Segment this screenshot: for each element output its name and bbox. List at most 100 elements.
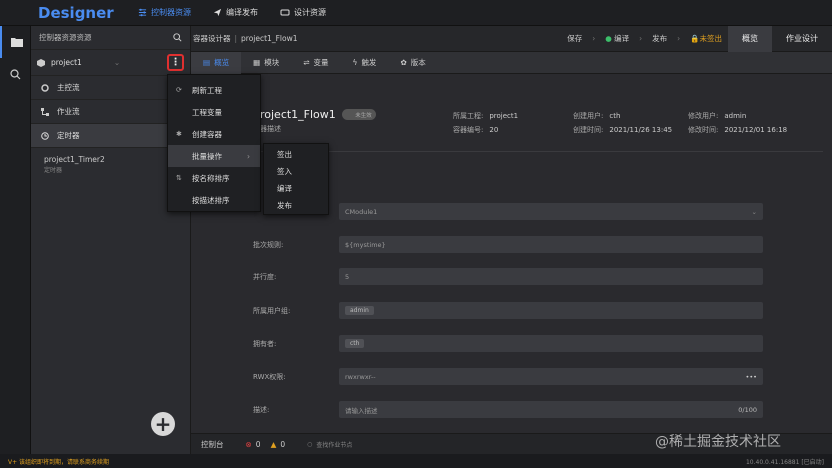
arrow-icon: › — [677, 34, 681, 43]
checkout-status-label: 未签出 — [699, 34, 723, 43]
menu-item-project-vars[interactable]: 工程变量 — [168, 101, 260, 123]
node-search[interactable]: ○ 查找作业节点 — [307, 440, 352, 449]
sliders-icon — [138, 8, 147, 17]
form-row-parallel: 并行度: 5 — [253, 268, 763, 285]
top-bar: Designer 控制器资源 编译发布 设计资源 — [0, 0, 832, 26]
meta-value: cth — [609, 112, 621, 120]
meta-label: 修改用户: — [688, 112, 719, 120]
warning-icon: ▲ — [270, 439, 277, 449]
sidebar-item-label: 定时器 — [57, 131, 80, 140]
tab-job-design[interactable]: 作业设计 — [772, 26, 832, 52]
parallelism-field[interactable]: 5 — [339, 268, 763, 285]
license-notice: V+ 该组织即将到期，请联系商务续期 — [8, 458, 110, 466]
subtab-variables[interactable]: ⇌ 变量 — [291, 52, 340, 74]
project-selector[interactable]: project1 ⌄ ⋮ — [31, 50, 190, 76]
form-row-rwx: RWX权限: rwxrwxr-- ••• — [253, 368, 763, 385]
more-menu-button[interactable]: ⋮ — [167, 54, 184, 71]
lock-icon: 🔒 — [690, 34, 700, 43]
nav-compile-publish[interactable]: 编译发布 — [213, 7, 258, 18]
nav-design-resources[interactable]: 设计资源 — [280, 7, 326, 18]
menu-item-label: 创建容器 — [192, 129, 222, 139]
submenu-item-publish[interactable]: 发布 — [264, 197, 328, 214]
module-select-value: CModule1 — [345, 207, 378, 216]
description-field[interactable]: 请输入描述 0/100 — [339, 401, 763, 418]
meta-label: 创建时间: — [573, 126, 604, 134]
node-search-placeholder: 查找作业节点 — [316, 441, 353, 449]
menu-item-refresh[interactable]: ⟳ 刷新工程 — [168, 79, 260, 101]
nav-label: 控制器资源 — [151, 8, 191, 17]
meta-created-time: 创建时间: 2021/11/26 13:45 — [573, 125, 672, 135]
chevron-right-icon: › — [247, 151, 250, 161]
menu-item-label: 刷新工程 — [192, 85, 222, 95]
submenu-item-checkout[interactable]: 签出 — [264, 146, 328, 163]
error-count[interactable]: ⊗ 0 — [246, 440, 261, 449]
active-toggle[interactable]: 未生效 — [341, 109, 376, 120]
subtab-label: 模块 — [264, 58, 280, 67]
nav-label: 编译发布 — [226, 8, 258, 17]
container-title: project1_Flow1 — [253, 108, 336, 121]
save-button[interactable]: 保存 — [567, 33, 582, 44]
subtab-label: 概览 — [214, 58, 230, 67]
form-label: RWX权限: — [253, 372, 286, 381]
rwx-field[interactable]: rwxrwxr-- ••• — [339, 368, 763, 385]
form-row-desc: 描述: 请输入描述 0/100 — [253, 401, 763, 418]
publish-button[interactable]: 发布 — [652, 33, 667, 44]
subtab-modules[interactable]: ▦ 模块 — [241, 52, 291, 74]
menu-item-batch-ops[interactable]: 批量操作 › — [168, 145, 260, 167]
status-bar: V+ 该组织即将到期，请联系商务续期 10.40.0.41.16881 [已启动… — [0, 454, 832, 468]
breadcrumb-current: project1_Flow1 — [241, 34, 298, 43]
submenu-item-checkin[interactable]: 签入 — [264, 163, 328, 180]
more-icon[interactable]: ••• — [745, 373, 757, 381]
error-icon: ⊗ — [245, 439, 252, 449]
folder-icon[interactable] — [0, 26, 31, 58]
console-tab[interactable]: 控制台 — [201, 439, 224, 450]
menu-item-create-container[interactable]: ✱ 创建容器 — [168, 123, 260, 145]
error-count-value: 0 — [255, 439, 261, 449]
add-button[interactable]: + — [151, 412, 175, 436]
parallelism-value: 5 — [345, 272, 350, 281]
batch-rule-field[interactable]: ${mystime} — [339, 236, 763, 253]
subtab-versions[interactable]: ✿ 版本 — [388, 52, 437, 74]
nav-controller-resources[interactable]: 控制器资源 — [138, 7, 191, 18]
tab-overview[interactable]: 概览 — [728, 25, 772, 52]
refresh-icon: ⟳ — [176, 86, 182, 94]
submenu-item-compile[interactable]: 编译 — [264, 180, 328, 197]
subtab-triggers[interactable]: ϟ 触发 — [340, 52, 388, 74]
warning-count[interactable]: ▲ 0 — [271, 440, 286, 449]
menu-item-label: 工程变量 — [192, 107, 222, 117]
lightning-icon: ϟ — [352, 58, 358, 67]
project-context-menu: ⟳ 刷新工程 工程变量 ✱ 创建容器 批量操作 › ⇅ 按名称排序 按描述排序 — [167, 74, 261, 212]
form-row-owner: 拥有者: cth — [253, 335, 763, 352]
nav-label: 设计资源 — [294, 8, 326, 17]
breadcrumb-root[interactable]: 容器设计器 — [193, 33, 231, 44]
owner-field[interactable]: cth — [339, 335, 763, 352]
meta-value: 2021/12/01 16:18 — [724, 126, 788, 134]
top-nav: 控制器资源 编译发布 设计资源 — [138, 7, 326, 18]
container-title-row: project1_Flow1 未生效 — [253, 108, 376, 121]
user-group-field[interactable]: admin — [339, 302, 763, 319]
module-select[interactable]: CModule1 ⌄ — [339, 203, 763, 220]
breadcrumb-separator: | — [234, 34, 238, 43]
subtab-overview[interactable]: ▤ 概览 — [191, 51, 242, 74]
doc-icon: ▤ — [203, 58, 211, 67]
meta-project: 所属工程: project1 — [453, 111, 518, 121]
form-row-module: CModule1 ⌄ — [253, 203, 763, 220]
menu-item-sort-desc[interactable]: 按描述排序 — [168, 189, 260, 211]
module-icon: ▦ — [253, 58, 261, 67]
sub-tabs: ▤ 概览 ▦ 模块 ⇌ 变量 ϟ 触发 ✿ 版本 — [191, 51, 832, 74]
search-icon[interactable] — [173, 33, 182, 42]
form-row-group: 所属用户组: admin — [253, 302, 763, 319]
compile-button[interactable]: ● 编译 — [605, 33, 629, 44]
sidebar-title: 控制器资源资源 — [39, 33, 92, 42]
project-name: project1 — [51, 58, 82, 67]
menu-item-sort-name[interactable]: ⇅ 按名称排序 — [168, 167, 260, 189]
search-icon[interactable] — [0, 58, 31, 90]
timer-name: project1_Timer2 — [44, 155, 105, 164]
meta-modified-time: 修改时间: 2021/12/01 16:18 — [688, 125, 787, 135]
form-label: 所属用户组: — [253, 306, 291, 315]
cube-icon — [37, 58, 45, 67]
send-icon — [213, 8, 222, 17]
form-row-batch: 批次规则: ${mystime} — [253, 236, 763, 253]
sidebar-header: 控制器资源资源 — [31, 26, 190, 50]
breadcrumb: 容器设计器 | project1_Flow1 保存 › ● 编译 › 发布 › … — [191, 25, 832, 52]
